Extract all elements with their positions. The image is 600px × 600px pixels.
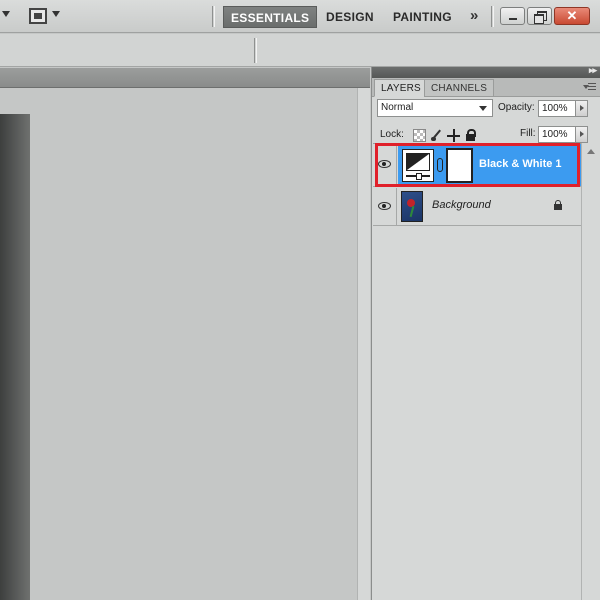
- canvas-image[interactable]: [0, 114, 30, 600]
- opacity-slider-button[interactable]: [575, 100, 588, 117]
- collapse-icon[interactable]: ▸▸: [589, 65, 597, 76]
- lock-icon: [553, 200, 563, 211]
- workspace-essentials-button[interactable]: ESSENTIALS: [223, 6, 318, 28]
- separator: [254, 38, 257, 63]
- panel-menu-icon[interactable]: [583, 81, 597, 92]
- chevron-down-icon: [479, 106, 487, 111]
- lock-all-icon[interactable]: [464, 129, 477, 142]
- separator: [491, 6, 494, 27]
- lock-position-icon[interactable]: [447, 129, 460, 142]
- fill-slider-button[interactable]: [575, 126, 588, 143]
- layer-name[interactable]: Background: [432, 199, 491, 211]
- panel-tab-strip: LAYERS CHANNELS: [372, 78, 600, 97]
- layer-row-background[interactable]: Background: [373, 188, 581, 226]
- screen-mode-dropdown-icon[interactable]: [52, 11, 60, 17]
- tab-channels[interactable]: CHANNELS: [424, 79, 495, 97]
- separator: [212, 6, 215, 27]
- restore-button[interactable]: [527, 7, 552, 25]
- eye-icon[interactable]: [378, 202, 391, 210]
- lock-label: Lock:: [380, 129, 404, 140]
- workspace-painting-button[interactable]: PAINTING: [393, 6, 452, 28]
- screen-mode-icon[interactable]: [29, 8, 47, 24]
- image-thumbnail[interactable]: [401, 191, 423, 222]
- options-bar: [0, 34, 600, 67]
- adjustment-thumbnail[interactable]: [402, 149, 434, 182]
- minimize-button[interactable]: [500, 7, 525, 25]
- dropdown-arrow-icon[interactable]: [2, 11, 10, 17]
- application-bar: ESSENTIALS DESIGN PAINTING » ✕: [0, 0, 600, 33]
- layer-name[interactable]: Black & White 1: [479, 158, 562, 170]
- layer-mask-thumbnail[interactable]: [446, 148, 473, 183]
- layer-row-black-white[interactable]: Black & White 1: [373, 144, 581, 187]
- workspace-design-button[interactable]: DESIGN: [326, 6, 374, 28]
- fill-label: Fill:: [520, 128, 536, 139]
- blend-mode-value: Normal: [381, 102, 414, 113]
- tab-layers[interactable]: LAYERS: [374, 79, 428, 97]
- opacity-input[interactable]: 100%: [538, 100, 576, 117]
- scroll-up-icon[interactable]: [587, 149, 595, 154]
- document-tab-bar[interactable]: [0, 68, 370, 88]
- document-scrollbar[interactable]: [357, 88, 370, 600]
- eye-icon[interactable]: [378, 160, 391, 168]
- visibility-toggle[interactable]: [373, 188, 397, 225]
- visibility-toggle[interactable]: [373, 144, 397, 186]
- lock-transparency-icon[interactable]: [413, 129, 426, 142]
- black-white-adjustment-icon: [406, 153, 430, 171]
- lock-pixels-icon[interactable]: [430, 129, 443, 142]
- more-workspaces-button[interactable]: »: [470, 7, 478, 24]
- fill-input[interactable]: 100%: [538, 126, 576, 143]
- blend-mode-select[interactable]: Normal: [377, 99, 493, 117]
- slider-icon: [406, 173, 430, 180]
- opacity-label: Opacity:: [498, 102, 535, 113]
- lock-options: [413, 129, 477, 142]
- layers-panel: ▸▸ LAYERS CHANNELS Normal Opacity: 100% …: [371, 65, 600, 600]
- layers-scrollbar[interactable]: [581, 143, 600, 600]
- document-area: [0, 68, 370, 600]
- layers-list: Black & White 1 Background: [373, 143, 581, 600]
- link-chain-icon[interactable]: [437, 158, 443, 172]
- close-button[interactable]: ✕: [554, 7, 590, 25]
- panel-collapse-bar[interactable]: ▸▸: [372, 65, 600, 78]
